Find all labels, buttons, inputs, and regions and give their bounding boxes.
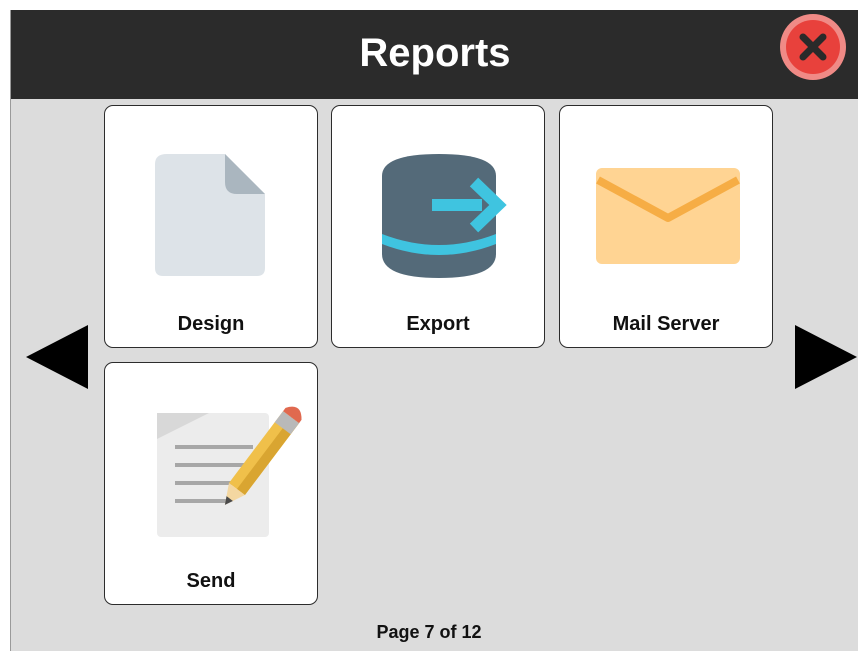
tile-label: Mail Server [612,313,720,335]
close-button[interactable] [777,12,849,82]
arrow-left-icon [26,325,88,389]
tile-label: Design [177,313,245,335]
envelope-icon [596,168,740,264]
page-title: Reports [359,31,511,75]
tile-mail-server[interactable]: Mail Server [559,105,773,348]
document-icon [155,154,265,276]
arrow-right-icon [795,325,857,389]
close-icon [780,14,846,80]
page-indicator: Page 7 of 12 [376,622,482,642]
note-pencil-icon [157,406,302,537]
tile-design[interactable]: Design [104,105,318,348]
tile-label: Send [186,570,236,592]
tile-send[interactable]: Send [104,362,318,605]
header-bar: Reports [11,10,858,99]
tile-label: Export [406,313,470,335]
next-page-button[interactable] [795,325,857,389]
previous-page-button[interactable] [26,325,88,389]
tile-export[interactable]: Export [331,105,545,348]
database-export-icon [382,154,507,278]
